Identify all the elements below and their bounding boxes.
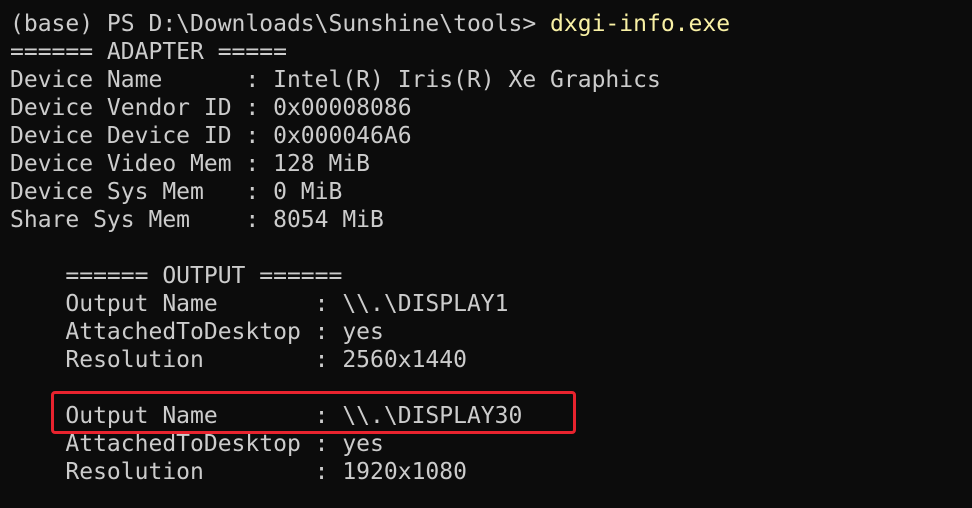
attached-line: AttachedToDesktop : yes (10, 319, 384, 345)
vendor-id-line: Device Vendor ID : 0x00008086 (10, 95, 412, 121)
sys-mem-line: Device Sys Mem : 0 MiB (10, 179, 343, 205)
prompt-line: (base) PS D:\Downloads\Sunshine\tools> d… (10, 10, 730, 38)
resolution-line: Resolution : 2560x1440 (10, 347, 467, 373)
device-name-line: Device Name : Intel(R) Iris(R) Xe Graphi… (10, 67, 661, 93)
terminal-window[interactable]: (base) PS D:\Downloads\Sunshine\tools> d… (0, 0, 972, 508)
video-mem-line: Device Video Mem : 128 MiB (10, 151, 371, 177)
highlight-box (51, 391, 576, 434)
prompt: (base) PS D:\Downloads\Sunshine\tools> (10, 11, 551, 37)
share-sys-mem-line: Share Sys Mem : 8054 MiB (10, 207, 384, 233)
device-id-line: Device Device ID : 0x000046A6 (10, 123, 412, 149)
output-header: ====== OUTPUT ====== (10, 263, 343, 289)
command: dxgi-info.exe (550, 11, 731, 37)
output-name-line: Output Name : \\.\DISPLAY1 (10, 291, 509, 317)
attached-line: AttachedToDesktop : yes (10, 431, 384, 457)
adapter-header: ====== ADAPTER ===== (10, 39, 287, 65)
resolution-line: Resolution : 1920x1080 (10, 459, 467, 485)
